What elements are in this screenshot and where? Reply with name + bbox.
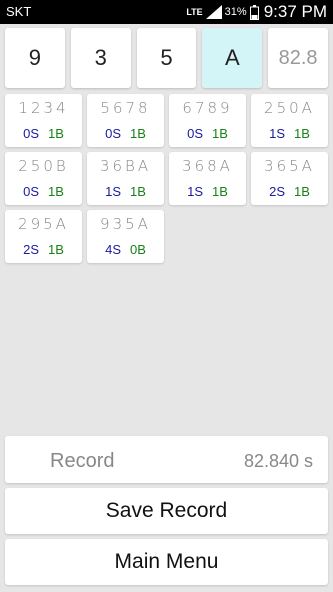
- history-guess: 1234: [18, 99, 69, 117]
- ball-count: 1B: [48, 126, 64, 141]
- strike-count: 1S: [269, 126, 285, 141]
- battery-icon: [249, 4, 259, 20]
- save-record-button[interactable]: Save Record: [5, 488, 328, 534]
- history-result: 4S 0B: [87, 242, 164, 257]
- status-bar: SKT LTE 31% 9:37 PM: [0, 0, 333, 24]
- digit-slot-1[interactable]: 9: [5, 28, 65, 88]
- history-guess: 250B: [18, 157, 69, 175]
- history-result: 0S 1B: [5, 126, 82, 141]
- record-label: Record: [50, 450, 115, 472]
- carrier-label: SKT: [6, 4, 32, 19]
- strike-count: 0S: [23, 184, 39, 199]
- ball-count: 1B: [48, 184, 64, 199]
- history-result: 1S 1B: [87, 184, 164, 199]
- history-entry: 368A 1S 1B: [169, 152, 246, 205]
- strike-count: 1S: [105, 184, 121, 199]
- history-entry: 1234 0S 1B: [5, 94, 82, 147]
- history-guess: 368A: [182, 157, 233, 175]
- digit-slot-3[interactable]: 5: [136, 28, 197, 88]
- clock: 9:37 PM: [263, 2, 327, 21]
- strike-count: 0S: [187, 126, 203, 141]
- history-result: 2S 1B: [5, 242, 82, 257]
- history-entry: 250A 1S 1B: [251, 94, 328, 147]
- strike-count: 0S: [23, 126, 39, 141]
- history-guess: 365A: [264, 157, 315, 175]
- strike-count: 0S: [105, 126, 121, 141]
- history-entry: 36BA 1S 1B: [87, 152, 164, 205]
- history-result: 0S 1B: [5, 184, 82, 199]
- record-value: 82.840 s: [243, 451, 313, 471]
- history-guess: 250A: [264, 99, 315, 117]
- history-entry: 935A 4S 0B: [87, 210, 164, 263]
- ball-count: 1B: [294, 126, 310, 141]
- main-menu-button[interactable]: Main Menu: [5, 539, 328, 585]
- status-icons: LTE 31% 9:37 PM: [186, 2, 327, 22]
- history-result: 1S 1B: [169, 184, 246, 199]
- ball-count: 0B: [130, 242, 146, 257]
- battery-percent: 31%: [224, 6, 247, 18]
- record-box: Record 82.840 s: [5, 436, 328, 483]
- digit-slot-4[interactable]: A: [202, 28, 263, 88]
- ball-count: 1B: [294, 184, 310, 199]
- network-type-label: LTE: [186, 6, 203, 17]
- history-result: 2S 1B: [251, 184, 328, 199]
- strike-count: 4S: [105, 242, 121, 257]
- history-result: 0S 1B: [169, 126, 246, 141]
- ball-count: 1B: [130, 184, 146, 199]
- signal-icon: [205, 5, 222, 19]
- guess-input-row: 9 3 5 A 82.8: [5, 28, 328, 88]
- history-guess: 36BA: [99, 157, 152, 175]
- strike-count: 1S: [187, 184, 203, 199]
- history-guess: 935A: [100, 215, 151, 233]
- ball-count: 1B: [48, 242, 64, 257]
- history-entry: 6789 0S 1B: [169, 94, 246, 147]
- ball-count: 1B: [212, 184, 228, 199]
- history-result: 0S 1B: [87, 126, 164, 141]
- strike-count: 2S: [23, 242, 39, 257]
- history-result: 1S 1B: [251, 126, 328, 141]
- history-guess: 6789: [182, 99, 233, 117]
- history-entry: 295A 2S 1B: [5, 210, 82, 263]
- history-entry: 5678 0S 1B: [87, 94, 164, 147]
- ball-count: 1B: [130, 126, 146, 141]
- history-entry: 365A 2S 1B: [251, 152, 328, 205]
- strike-count: 2S: [269, 184, 285, 199]
- history-entry: 250B 0S 1B: [5, 152, 82, 205]
- digit-slot-2[interactable]: 3: [70, 28, 131, 88]
- history-guess: 295A: [18, 215, 69, 233]
- elapsed-timer: 82.8: [268, 28, 328, 88]
- ball-count: 1B: [212, 126, 228, 141]
- guess-history: 1234 0S 1B 5678 0S 1B 6789 0S 1B 250A 1S 1B 250B 0S 1B…: [5, 94, 328, 263]
- history-guess: 5678: [100, 99, 151, 117]
